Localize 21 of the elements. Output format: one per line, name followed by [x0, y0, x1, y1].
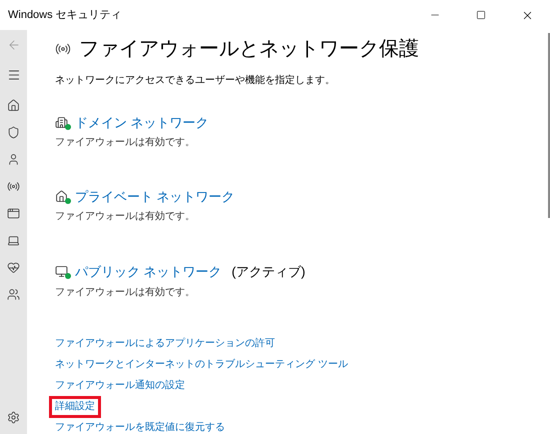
settings-link[interactable]: 詳細設定: [55, 400, 95, 414]
settings-link[interactable]: ファイアウォールによるアプリケーションの許可: [55, 336, 275, 350]
building-icon: [55, 116, 69, 130]
menu-icon: [6, 68, 20, 82]
monitor-icon: [55, 264, 69, 279]
antenna-icon: [55, 41, 71, 57]
firewall-status: ファイアウォールは有効です。: [55, 286, 196, 300]
settings-link[interactable]: ファイアウォールを既定値に復元する: [55, 420, 225, 434]
settings-link[interactable]: ファイアウォール通知の設定: [55, 378, 185, 392]
page-title: ファイアウォールとネットワーク保護: [79, 37, 419, 62]
maximize-icon: [476, 10, 486, 20]
house-icon: [55, 190, 69, 204]
network-link[interactable]: プライベート ネットワーク: [75, 188, 235, 206]
window-title: Windows セキュリティ: [7, 8, 123, 23]
settings-link[interactable]: ネットワークとインターネットのトラブルシューティング ツール: [55, 358, 348, 372]
network-link[interactable]: パブリック ネットワーク: [75, 262, 222, 281]
firewall-status: ファイアウォールは有効です。: [55, 136, 196, 150]
firewall-status: ファイアウォールは有効です。: [55, 210, 196, 224]
network-link[interactable]: ドメイン ネットワーク: [75, 114, 209, 132]
active-label: (アクティブ): [232, 263, 306, 281]
page-description: ネットワークにアクセスできるユーザーや機能を指定します。: [55, 74, 336, 88]
